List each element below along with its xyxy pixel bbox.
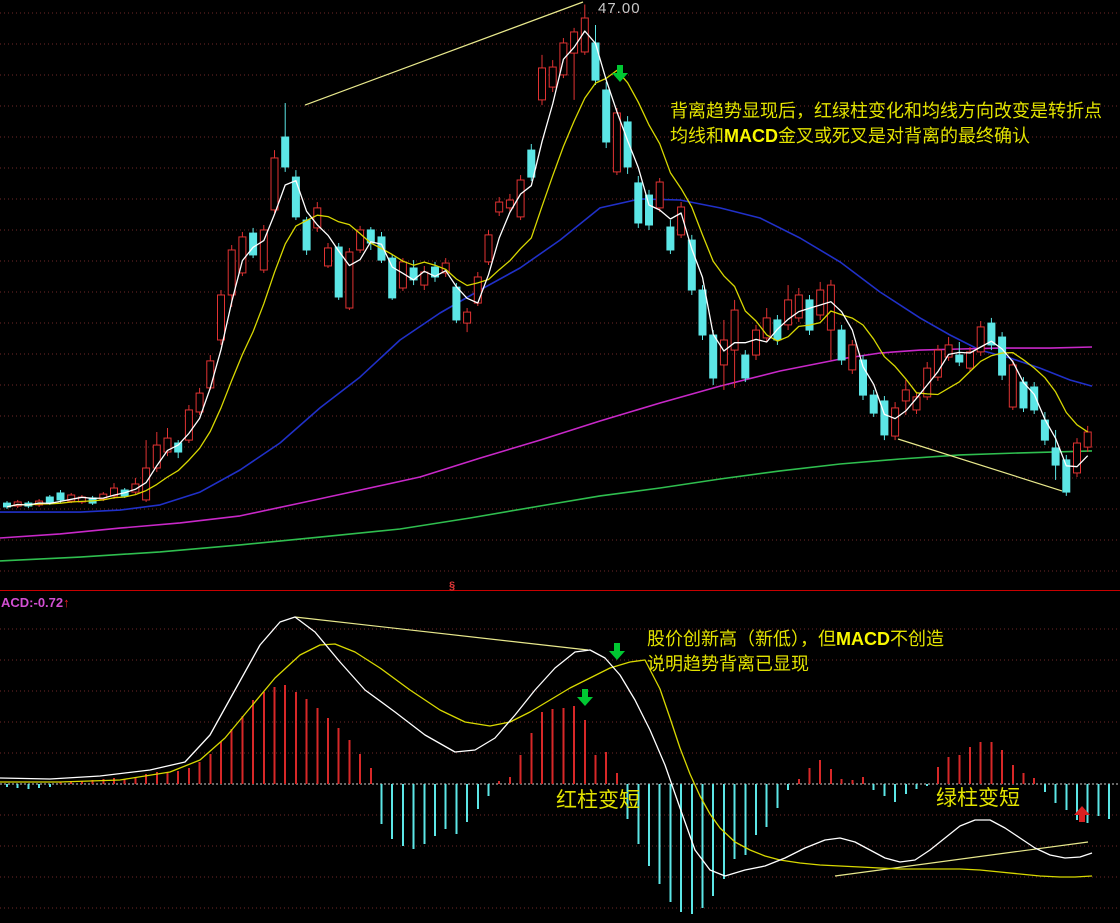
annotation-line: 均线和MACD金叉或死叉是对背离的最终确认: [670, 124, 1102, 149]
annotation-line: 说明趋势背离已显现: [647, 652, 944, 677]
panel-splitter[interactable]: [0, 590, 1120, 591]
price-candlestick-panel[interactable]: [0, 0, 1120, 591]
annotation-green-bars-shrink: 绿柱变短: [936, 786, 1020, 811]
green-down-arrow-macd-hist-peak-icon: [577, 689, 593, 706]
annotation-divergence-rule: 背离趋势显现后，红绿柱变化和均线方向改变是转折点 均线和MACD金叉或死叉是对背…: [670, 99, 1102, 149]
green-down-arrow-price-peak-icon: [612, 65, 628, 82]
macd-indicator-value: ACD:-0.72↑: [1, 595, 70, 610]
annotation-line: 股价创新高（新低），但MACD不创造: [647, 627, 944, 652]
green-down-arrow-macd-dea-peak-icon: [609, 643, 625, 660]
splitter-handle-icon[interactable]: §: [449, 581, 455, 592]
annotation-line: 背离趋势显现后，红绿柱变化和均线方向改变是转折点: [670, 99, 1102, 124]
trading-chart-window: 47.00 背离趋势显现后，红绿柱变化和均线方向改变是转折点 均线和MACD金叉…: [0, 0, 1120, 923]
up-arrow-icon: ↑: [63, 595, 70, 610]
annotation-macd-divergence: 股价创新高（新低），但MACD不创造 说明趋势背离已显现: [647, 627, 944, 677]
candles: [4, 5, 1092, 509]
annotation-red-bars-shrink: 红柱变短: [556, 788, 640, 813]
macd-indicator-panel[interactable]: [0, 591, 1120, 923]
red-up-arrow-macd-end-icon: [1074, 806, 1090, 823]
peak-price-label: 47.00: [598, 0, 641, 17]
